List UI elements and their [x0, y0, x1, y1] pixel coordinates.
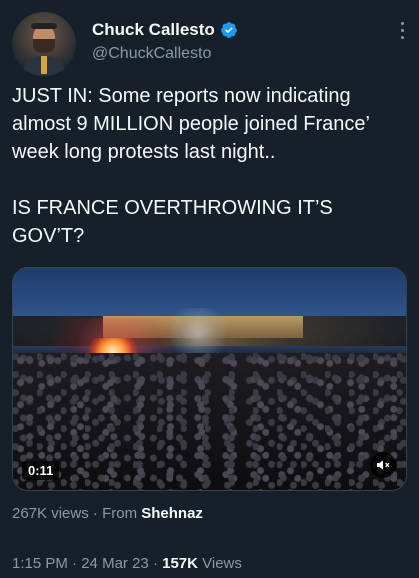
from-label: From [102, 505, 138, 522]
video-duration-badge: 0:11 [22, 461, 60, 480]
tweet-views-count: 157K [162, 555, 198, 572]
tweet-date[interactable]: 24 Mar 23 [81, 555, 149, 572]
author-handle[interactable]: @ChuckCallesto [92, 45, 211, 63]
video-views-count: 267K views [12, 505, 89, 522]
speaker-muted-icon[interactable] [370, 452, 396, 478]
video-stats: 267K views · From Shehnaz [12, 505, 203, 522]
verified-badge-icon [220, 22, 237, 38]
author-name[interactable]: Chuck Callesto [92, 20, 215, 40]
separator-dot: · [92, 505, 98, 522]
from-account-link[interactable]: Shehnaz [141, 505, 203, 522]
tweet-time[interactable]: 1:15 PM [12, 555, 68, 572]
tweet-header: Chuck Callesto @ChuckCallesto [12, 12, 407, 76]
tweet-views-label: Views [202, 555, 242, 572]
avatar[interactable] [12, 12, 76, 76]
separator-dot: · [72, 555, 78, 572]
video-frame-smoke [163, 308, 233, 358]
tweet-meta: 1:15 PM · 24 Mar 23 · 157K Views [12, 555, 242, 572]
video-frame-crowd [13, 353, 406, 490]
separator-dot: · [152, 555, 158, 572]
author-name-row[interactable]: Chuck Callesto [92, 20, 238, 40]
video-player[interactable]: 0:11 [12, 267, 407, 491]
tweet-text: JUST IN: Some reports now indicating alm… [12, 85, 370, 247]
more-options-icon[interactable] [399, 22, 405, 44]
